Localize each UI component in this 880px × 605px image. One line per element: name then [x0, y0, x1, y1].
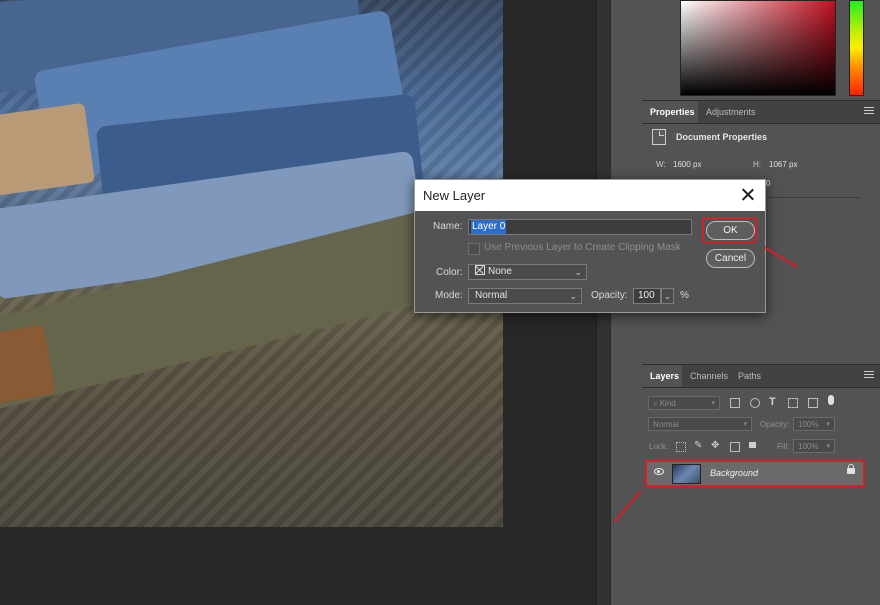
fill-label: Fill:: [777, 442, 790, 451]
color-picker-panel: [642, 0, 880, 99]
new-layer-dialog: New Layer Name: Layer 0 Use Previous Lay…: [414, 179, 766, 313]
dialog-title: New Layer: [423, 188, 486, 203]
shape-filter-icon[interactable]: [788, 398, 798, 408]
opacity-label: Opacity:: [760, 420, 790, 429]
document-properties-header: Document Properties: [642, 124, 880, 150]
properties-tab-bar: Properties Adjustments: [642, 100, 880, 124]
layer-thumbnail: [672, 464, 701, 484]
no-color-icon: [475, 265, 485, 275]
layer-filter-row: ⌕ Kind ▾ T: [642, 393, 880, 413]
color-select-value: None: [488, 266, 512, 277]
lock-position-move-icon[interactable]: ✥: [711, 440, 719, 451]
layers-panel-menu-icon[interactable]: [864, 371, 874, 380]
layer-opacity-field[interactable]: 100% ▾: [793, 417, 835, 431]
width-value[interactable]: 1600 px: [673, 160, 701, 169]
close-icon[interactable]: [740, 187, 755, 202]
tab-channels[interactable]: Channels: [682, 365, 736, 387]
clipping-mask-label: Use Previous Layer to Create Clipping Ma…: [484, 242, 681, 253]
chevron-down-icon: ⌄: [574, 267, 582, 277]
blend-row: Normal ▾ Opacity: 100% ▾: [642, 415, 880, 435]
mode-select-value: Normal: [475, 290, 508, 301]
tab-properties[interactable]: Properties: [642, 101, 698, 123]
cancel-button[interactable]: Cancel: [706, 249, 755, 268]
lock-artboard-icon[interactable]: [730, 442, 740, 452]
width-label: W:: [656, 160, 666, 169]
chevron-down-icon: ▾: [711, 400, 715, 407]
opacity-unit: %: [680, 290, 689, 301]
height-label: H:: [753, 160, 761, 169]
search-icon: ⌕: [653, 399, 660, 408]
layer-name-value: Layer 0: [471, 220, 507, 234]
name-label: Name:: [433, 221, 463, 232]
smart-object-filter-icon[interactable]: [808, 398, 818, 408]
adjustment-filter-icon[interactable]: [750, 398, 760, 408]
filter-toggle-icon[interactable]: [828, 395, 834, 405]
layer-name[interactable]: Background: [710, 468, 758, 478]
opacity-label: Opacity:: [591, 290, 628, 301]
layer-row-background[interactable]: Background: [645, 460, 865, 487]
layer-opacity-value: 100%: [798, 420, 819, 429]
layer-name-input[interactable]: Layer 0: [468, 219, 692, 235]
lock-row: Lock: ✎ ✥ Fill: 100% ▾: [642, 437, 880, 457]
chevron-down-icon[interactable]: ⌄: [661, 288, 674, 304]
chevron-down-icon: ▾: [826, 421, 830, 428]
blend-mode-select[interactable]: Normal ▾: [648, 417, 752, 431]
chevron-down-icon: ▾: [743, 421, 747, 428]
mode-label: Mode:: [435, 290, 463, 301]
color-label: Color:: [436, 267, 463, 278]
mode-select[interactable]: Normal ⌄: [468, 288, 582, 304]
filter-kind-select[interactable]: ⌕ Kind ▾: [648, 396, 720, 410]
tab-paths[interactable]: Paths: [730, 365, 769, 387]
type-filter-icon[interactable]: T: [769, 396, 776, 408]
color-select[interactable]: None ⌄: [468, 264, 587, 280]
fill-value: 100%: [798, 442, 819, 451]
tab-layers[interactable]: Layers: [642, 365, 682, 387]
fill-field[interactable]: 100% ▾: [793, 439, 835, 453]
lock-icon[interactable]: [847, 464, 855, 474]
lock-label: Lock:: [649, 442, 669, 451]
panel-menu-icon[interactable]: [864, 107, 874, 116]
blend-mode-label: Normal: [653, 420, 679, 429]
dialog-titlebar[interactable]: New Layer: [415, 180, 765, 211]
opacity-input[interactable]: 100: [633, 288, 661, 304]
hue-slider[interactable]: [849, 0, 864, 96]
opacity-value: 100: [638, 290, 655, 301]
clipping-mask-checkbox[interactable]: [468, 243, 480, 255]
lock-transparent-icon[interactable]: [676, 442, 686, 452]
extra-value: 0: [766, 179, 771, 188]
eye-icon[interactable]: [654, 468, 664, 475]
document-icon: [652, 129, 666, 145]
layers-tab-bar: Layers Channels Paths: [642, 364, 880, 388]
chevron-down-icon: ▾: [826, 443, 830, 450]
pixel-filter-icon[interactable]: [730, 398, 740, 408]
tab-adjustments[interactable]: Adjustments: [698, 101, 764, 123]
height-value[interactable]: 1067 px: [769, 160, 797, 169]
ok-button[interactable]: OK: [706, 221, 755, 240]
color-field[interactable]: [680, 0, 836, 96]
chevron-down-icon: ⌄: [569, 291, 577, 301]
lock-pixels-brush-icon[interactable]: ✎: [694, 440, 702, 451]
filter-kind-label: Kind: [659, 399, 676, 408]
document-properties-title: Document Properties: [676, 132, 768, 142]
lock-all-icon[interactable]: [749, 442, 756, 448]
